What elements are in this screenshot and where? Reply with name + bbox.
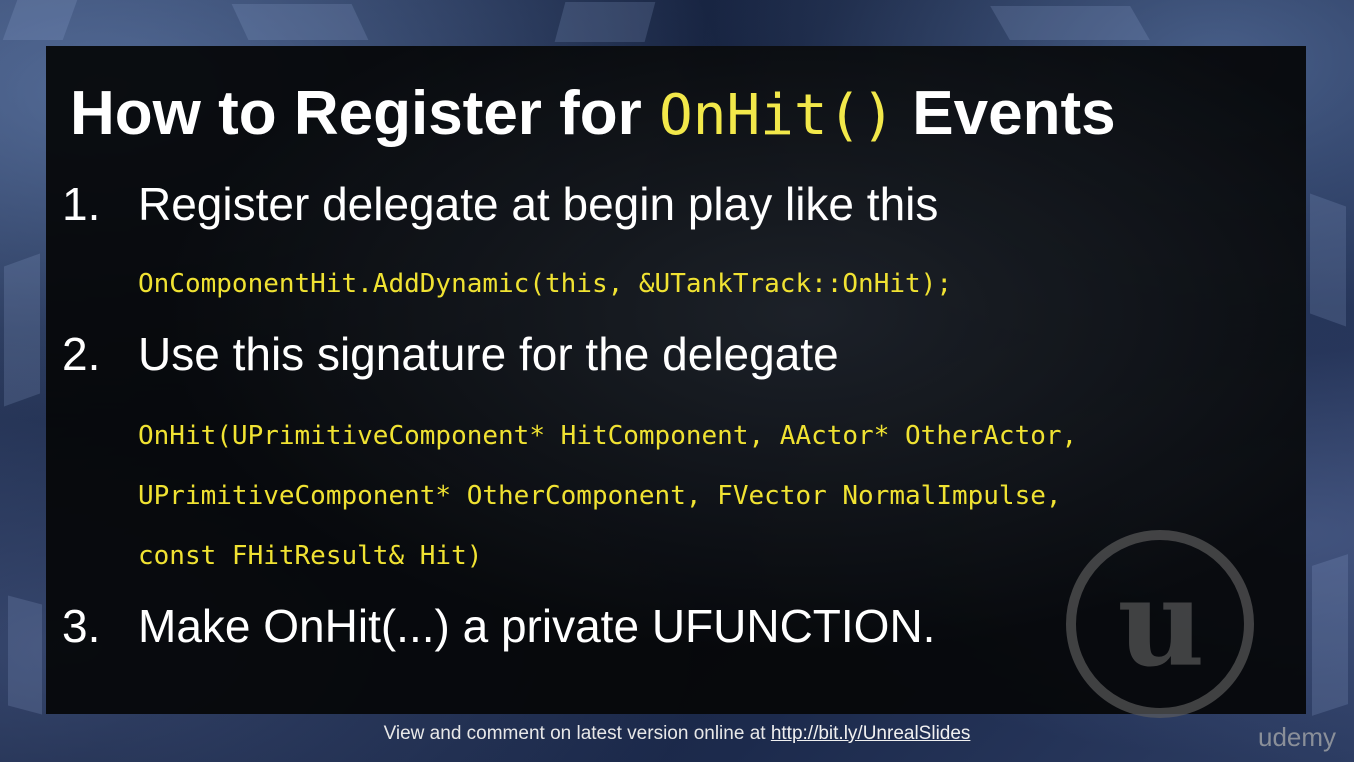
slide-stage: u How to Register for OnHit() Events 1. R… xyxy=(0,0,1354,762)
step-2: 2. Use this signature for the delegate xyxy=(62,326,839,382)
title-code: OnHit() xyxy=(659,83,896,148)
footer-text: View and comment on latest version onlin… xyxy=(383,723,771,744)
footer-link[interactable]: http://bit.ly/UnrealSlides xyxy=(771,723,971,744)
udemy-brand: udemy xyxy=(1258,722,1337,752)
background-shard xyxy=(554,2,656,42)
slide-title: How to Register for OnHit() Events xyxy=(70,78,1116,152)
title-text-before: How to Register for xyxy=(70,79,660,148)
unreal-engine-logo-icon: u xyxy=(1066,530,1254,718)
code-signature-line: UPrimitiveComponent* OtherComponent, FVe… xyxy=(138,481,1062,511)
background-shard xyxy=(4,253,40,407)
background-shard xyxy=(8,595,42,715)
title-text-after: Events xyxy=(895,79,1116,148)
background-shard xyxy=(990,6,1150,40)
background-shard xyxy=(2,0,78,40)
step-text: Make OnHit(...) a private UFUNCTION. xyxy=(138,600,936,652)
step-text: Use this signature for the delegate xyxy=(138,328,839,380)
step-1: 1. Register delegate at begin play like t… xyxy=(62,176,938,232)
code-register-delegate: OnComponentHit.AddDynamic(this, &UTankTr… xyxy=(138,269,952,299)
background-shard xyxy=(1310,193,1346,327)
background-shard xyxy=(231,4,369,40)
step-number: 2. xyxy=(62,328,101,380)
background-shard xyxy=(1312,554,1348,716)
step-number: 3. xyxy=(62,600,101,652)
step-3: 3. Make OnHit(...) a private UFUNCTION. xyxy=(62,598,935,654)
unreal-logo-glyph: u xyxy=(1117,553,1205,694)
code-signature-line: const FHitResult& Hit) xyxy=(138,541,483,571)
step-text: Register delegate at begin play like thi… xyxy=(138,178,939,230)
footer-caption: View and comment on latest version onlin… xyxy=(0,718,1354,750)
code-signature-line: OnHit(UPrimitiveComponent* HitComponent,… xyxy=(138,421,1078,451)
step-number: 1. xyxy=(62,178,101,230)
